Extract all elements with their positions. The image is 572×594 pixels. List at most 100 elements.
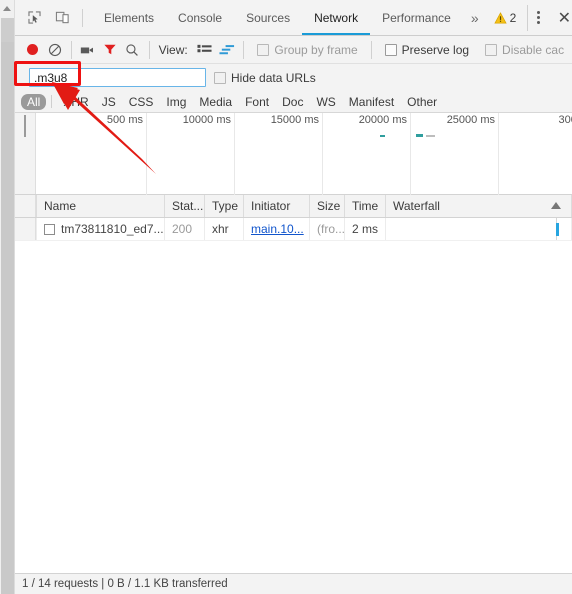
- column-header-size[interactable]: Size: [310, 195, 345, 217]
- devtools-tab-list: Elements Console Sources Network Perform…: [92, 0, 463, 35]
- toolbar-divider-2: [148, 40, 150, 59]
- toolbar-divider-1: [70, 40, 72, 59]
- cell-name[interactable]: tm73811810_ed7...: [36, 218, 165, 240]
- filter-type-css[interactable]: CSS: [123, 94, 160, 110]
- column-header-waterfall[interactable]: Waterfall: [386, 195, 572, 217]
- network-overview[interactable]: 500 ms 10000 ms 15000 ms 20000 ms 25000 …: [15, 113, 572, 195]
- overview-tick-label-5: 3000: [558, 114, 572, 126]
- toolbar-divider-4: [370, 40, 372, 59]
- chevron-up-icon: [3, 6, 11, 11]
- overview-tick-0: 500 ms: [107, 113, 147, 195]
- tab-performance[interactable]: Performance: [370, 0, 463, 35]
- network-status-bar: 1 / 14 requests | 0 B / 1.1 KB transferr…: [15, 573, 572, 594]
- warning-badge[interactable]: 2: [488, 11, 523, 25]
- filter-type-manifest[interactable]: Manifest: [343, 94, 400, 110]
- group-by-frame-checkbox[interactable]: Group by frame: [249, 43, 365, 57]
- overview-tick-1: 10000 ms: [183, 113, 235, 195]
- preserve-log-checkbox[interactable]: Preserve log: [377, 43, 477, 57]
- more-options-icon[interactable]: [527, 4, 549, 31]
- waterfall-bar: [556, 223, 559, 236]
- disable-cache-checkbox[interactable]: Disable cac: [477, 43, 572, 57]
- scrollbar-track[interactable]: [1, 42, 14, 594]
- column-header-status[interactable]: Stat...: [165, 195, 205, 217]
- cell-type: xhr: [205, 218, 244, 240]
- page-scrollbar[interactable]: [0, 0, 15, 594]
- overview-activity-mark-1: [380, 135, 385, 137]
- waterfall-view-button[interactable]: [216, 38, 238, 62]
- tabbar-left-icons: [15, 0, 92, 35]
- filter-type-font[interactable]: Font: [239, 94, 275, 110]
- overview-timeline[interactable]: 500 ms 10000 ms 15000 ms 20000 ms 25000 …: [36, 113, 572, 195]
- view-label: View:: [158, 42, 188, 57]
- hide-data-urls-box: [214, 71, 226, 84]
- overview-gutter: [15, 113, 36, 194]
- tab-elements-label: Elements: [104, 10, 155, 25]
- filter-type-img[interactable]: Img: [160, 94, 192, 110]
- tab-sources-label: Sources: [246, 10, 291, 25]
- filter-type-doc[interactable]: Doc: [276, 94, 309, 110]
- devtools-tabbar: Elements Console Sources Network Perform…: [15, 0, 572, 36]
- toolbar-divider-3: [243, 40, 245, 59]
- device-toolbar-icon[interactable]: [49, 5, 75, 31]
- overview-tick-3: 20000 ms: [359, 113, 411, 195]
- filter-type-ws[interactable]: WS: [310, 94, 341, 110]
- clear-button[interactable]: [43, 38, 65, 62]
- cell-initiator-link[interactable]: main.10...: [251, 222, 304, 236]
- filter-type-all[interactable]: All: [21, 93, 47, 110]
- cell-time: 2 ms: [345, 218, 386, 240]
- filter-row: Hide data URLs: [15, 64, 572, 91]
- more-tabs-icon[interactable]: »: [463, 11, 487, 25]
- tab-network-label: Network: [314, 10, 359, 25]
- row-checkbox[interactable]: [44, 223, 55, 235]
- cell-name-text: tm73811810_ed7...: [61, 222, 164, 236]
- cell-size: (fro...: [310, 218, 345, 240]
- warning-count: 2: [509, 10, 517, 25]
- tab-console[interactable]: Console: [166, 0, 234, 35]
- filter-type-other[interactable]: Other: [401, 94, 443, 110]
- list-view-icon: [197, 44, 212, 52]
- list-view-button[interactable]: [194, 38, 216, 62]
- tabbar-right-controls: » 2 ✕: [463, 0, 572, 35]
- filter-type-xhr[interactable]: XHR: [57, 94, 94, 110]
- record-button[interactable]: [21, 38, 43, 62]
- tab-elements[interactable]: Elements: [92, 0, 166, 35]
- devtools-window: Elements Console Sources Network Perform…: [0, 0, 572, 594]
- column-header-name[interactable]: Name: [36, 195, 165, 217]
- tab-console-label: Console: [178, 10, 223, 25]
- column-header-time[interactable]: Time: [345, 195, 386, 217]
- overview-tick-label-1: 10000 ms: [182, 114, 231, 126]
- table-gutter: [15, 195, 36, 217]
- capture-screenshots-button[interactable]: [77, 38, 99, 62]
- filter-input[interactable]: [29, 68, 206, 87]
- sort-ascending-icon[interactable]: [551, 202, 561, 209]
- column-header-type[interactable]: Type: [205, 195, 244, 217]
- scrollbar-up-button[interactable]: [0, 0, 14, 17]
- group-by-frame-label: Group by frame: [274, 42, 358, 57]
- close-icon[interactable]: ✕: [550, 5, 572, 31]
- cell-waterfall[interactable]: [386, 218, 572, 240]
- tab-sources[interactable]: Sources: [234, 0, 302, 35]
- group-by-frame-box: [257, 43, 270, 56]
- scrollbar-thumb[interactable]: [1, 18, 14, 42]
- record-icon: [26, 44, 38, 55]
- camera-icon: [81, 47, 94, 53]
- inspect-element-icon[interactable]: [21, 5, 47, 31]
- network-toolbar: View: Group by frame Preserve log Disabl…: [15, 36, 572, 64]
- filter-type-js[interactable]: JS: [96, 94, 122, 110]
- overview-start-tick: [24, 115, 26, 137]
- disable-cache-box: [485, 43, 498, 56]
- filter-button[interactable]: [99, 38, 121, 62]
- filter-type-media[interactable]: Media: [193, 94, 238, 110]
- tab-network[interactable]: Network: [302, 0, 371, 35]
- disable-cache-label: Disable cac: [502, 42, 565, 57]
- requests-table-body: tm73811810_ed7... 200 xhr main.10... (fr…: [15, 218, 572, 573]
- search-icon: [126, 43, 139, 56]
- preserve-log-label: Preserve log: [401, 42, 470, 57]
- hide-data-urls-checkbox[interactable]: Hide data URLs: [206, 71, 324, 85]
- cell-initiator[interactable]: main.10...: [244, 218, 310, 240]
- overview-tick-4: 25000 ms: [447, 113, 499, 195]
- search-button[interactable]: [121, 38, 143, 62]
- column-header-initiator[interactable]: Initiator: [244, 195, 310, 217]
- table-row[interactable]: tm73811810_ed7... 200 xhr main.10... (fr…: [15, 218, 572, 241]
- waterfall-view-icon: [219, 44, 235, 54]
